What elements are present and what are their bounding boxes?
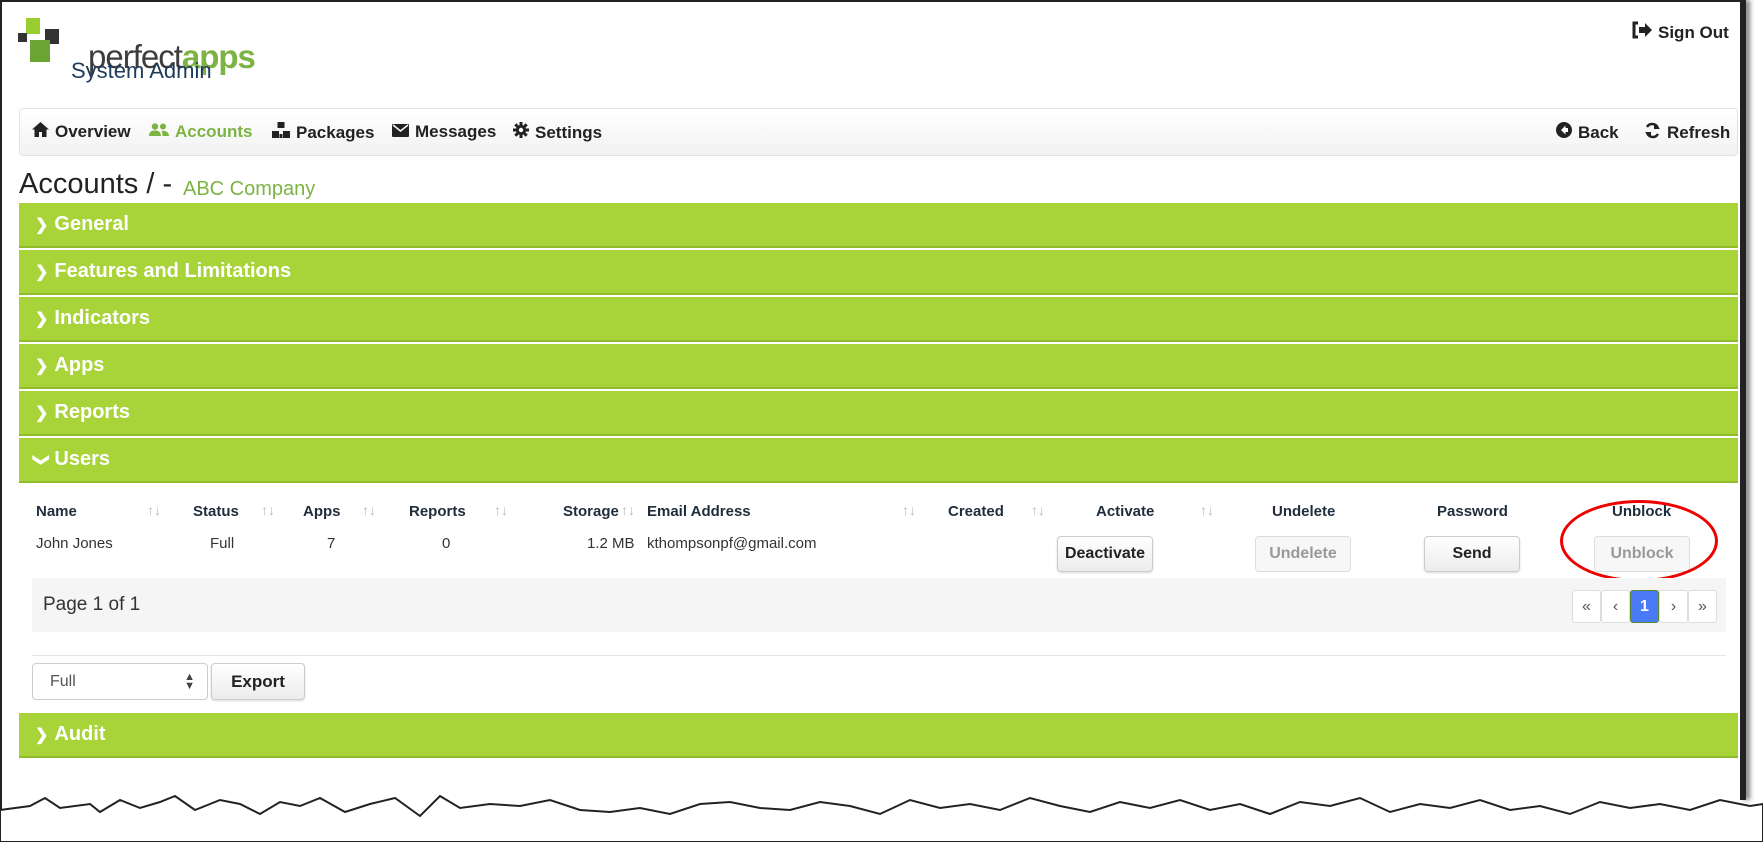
divider xyxy=(32,655,1726,656)
chevron-right-icon: ❯ xyxy=(35,263,49,281)
chevron-right-icon: ❯ xyxy=(35,357,49,375)
chevron-right-icon: ❯ xyxy=(35,310,49,328)
chevron-right-icon: ❯ xyxy=(35,216,49,234)
prev-page-button[interactable]: ‹ xyxy=(1601,590,1630,623)
sort-icon[interactable]: ↑↓ xyxy=(362,502,376,518)
sort-icon[interactable]: ↑↓ xyxy=(261,502,275,518)
col-header-name[interactable]: Name xyxy=(36,503,77,520)
col-header-created[interactable]: Created xyxy=(948,503,1004,520)
back-button[interactable]: Back xyxy=(1556,122,1619,143)
page-1-button[interactable]: 1 xyxy=(1630,590,1659,623)
section-apps[interactable]: ❯ Apps xyxy=(19,344,1738,389)
col-header-status[interactable]: Status xyxy=(193,503,239,520)
next-page-button[interactable]: › xyxy=(1659,590,1688,623)
highlight-annotation xyxy=(1560,500,1718,582)
deactivate-button[interactable]: Deactivate xyxy=(1057,536,1153,572)
col-header-storage[interactable]: Storage xyxy=(563,503,619,520)
window-edge xyxy=(1740,0,1746,800)
gear-icon xyxy=(513,122,529,143)
undelete-button: Undelete xyxy=(1255,536,1351,572)
sign-out-link[interactable]: Sign Out xyxy=(1632,21,1729,44)
sign-out-icon xyxy=(1632,21,1652,44)
section-indicators[interactable]: ❯ Indicators xyxy=(19,297,1738,342)
page-info: Page 1 of 1 xyxy=(43,594,141,615)
nav-overview[interactable]: Overview xyxy=(32,122,131,142)
envelope-icon xyxy=(392,122,409,142)
pagination-bar xyxy=(32,578,1726,632)
cell-apps: 7 xyxy=(327,535,336,552)
chevron-right-icon: ❯ xyxy=(35,726,49,744)
col-header-reports[interactable]: Reports xyxy=(409,503,466,520)
sign-out-label: Sign Out xyxy=(1658,22,1729,42)
cubes-icon xyxy=(272,122,290,143)
status-filter-select[interactable]: Full ▲ ▼ xyxy=(32,663,208,700)
sort-icon[interactable]: ↑↓ xyxy=(494,502,508,518)
sort-icon[interactable]: ↑↓ xyxy=(621,502,635,518)
refresh-icon xyxy=(1644,122,1661,144)
sort-updown-icon: ▲ ▼ xyxy=(184,671,195,692)
sort-icon[interactable]: ↑↓ xyxy=(1200,502,1214,518)
cell-email: kthompsonpf@gmail.com xyxy=(647,535,817,552)
export-button[interactable]: Export xyxy=(211,663,305,700)
col-header-activate[interactable]: Activate xyxy=(1096,503,1154,520)
nav-settings[interactable]: Settings xyxy=(513,122,602,143)
cell-status: Full xyxy=(210,535,235,552)
chevron-down-icon: ❯ xyxy=(32,452,50,467)
arrow-circle-left-icon xyxy=(1556,122,1572,143)
sort-icon[interactable]: ↑↓ xyxy=(147,502,161,518)
col-header-apps[interactable]: Apps xyxy=(303,503,341,520)
section-audit[interactable]: ❯ Audit xyxy=(19,713,1738,758)
main-navbar: Overview Accounts Packages Messages Sett… xyxy=(19,108,1738,156)
cell-storage: 1.2 MB xyxy=(587,535,635,552)
sort-icon[interactable]: ↑↓ xyxy=(902,502,916,518)
refresh-button[interactable]: Refresh xyxy=(1644,122,1730,144)
torn-edge xyxy=(0,794,1763,842)
section-reports[interactable]: ❯ Reports xyxy=(19,391,1738,436)
cell-reports: 0 xyxy=(442,535,451,552)
col-header-email[interactable]: Email Address xyxy=(647,503,751,520)
company-name[interactable]: ABC Company xyxy=(183,178,315,201)
last-page-button[interactable]: » xyxy=(1688,590,1717,623)
section-features-and-limitations[interactable]: ❯ Features and Limitations xyxy=(19,250,1738,295)
cell-name: John Jones xyxy=(36,535,113,552)
nav-accounts[interactable]: Accounts xyxy=(149,122,252,142)
nav-packages[interactable]: Packages xyxy=(272,122,374,143)
app-subtitle: System Admin xyxy=(71,58,212,83)
col-header-undelete: Undelete xyxy=(1272,503,1336,520)
first-page-button[interactable]: « xyxy=(1572,590,1601,623)
section-users[interactable]: ❯ Users xyxy=(19,438,1738,483)
home-icon xyxy=(32,122,49,142)
chevron-right-icon: ❯ xyxy=(35,404,49,422)
send-password-button[interactable]: Send xyxy=(1424,536,1520,572)
page-title: Accounts / - xyxy=(19,168,173,200)
nav-messages[interactable]: Messages xyxy=(392,122,496,142)
col-header-password: Password xyxy=(1437,503,1508,520)
users-icon xyxy=(149,122,169,142)
sort-icon[interactable]: ↑↓ xyxy=(1031,502,1045,518)
section-general[interactable]: ❯ General xyxy=(19,203,1738,248)
